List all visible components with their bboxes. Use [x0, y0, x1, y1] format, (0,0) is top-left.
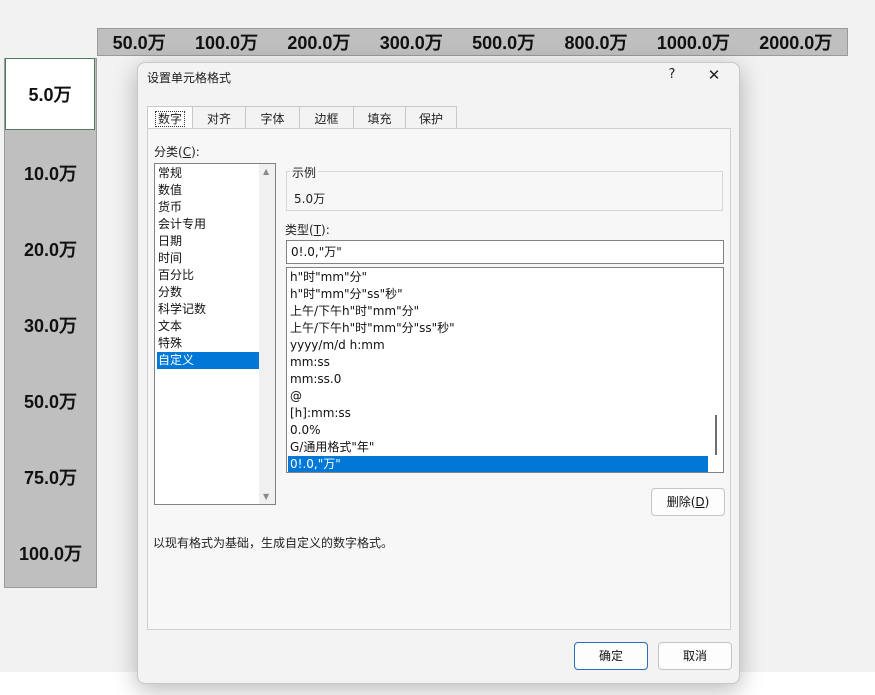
- row-label-cell[interactable]: 100.0万: [5, 540, 96, 566]
- col-header-cell[interactable]: 50.0万: [113, 29, 166, 55]
- category-list[interactable]: 常规 数值 货币 会计专用 日期 时间 百分比 分数 科学记数 文本 特殊 自定…: [154, 163, 276, 505]
- category-item[interactable]: 货币: [157, 199, 259, 216]
- format-item[interactable]: 上午/下午h"时"mm"分"ss"秒": [288, 320, 708, 337]
- help-icon[interactable]: ?: [666, 67, 678, 82]
- tab-protection[interactable]: 保护: [405, 106, 457, 128]
- format-item[interactable]: 0.0%: [288, 422, 708, 439]
- row-label-cell[interactable]: 75.0万: [5, 464, 96, 490]
- delete-tail: ): [704, 495, 710, 509]
- delete-button[interactable]: 删除(D): [651, 488, 725, 516]
- column-header-row: 50.0万 100.0万 200.0万 300.0万 500.0万 800.0万…: [97, 28, 848, 56]
- type-input[interactable]: 0!.0,"万": [286, 240, 724, 264]
- col-header-cell[interactable]: 100.0万: [195, 29, 258, 55]
- format-item-selected[interactable]: 0!.0,"万": [288, 456, 708, 472]
- format-item[interactable]: mm:ss.0: [288, 371, 708, 388]
- category-item[interactable]: 特殊: [157, 335, 259, 352]
- category-label-text: 分类(: [154, 145, 183, 159]
- type-label-key: T: [313, 223, 322, 237]
- format-item[interactable]: [h]:mm:ss: [288, 405, 708, 422]
- number-tab-panel: 分类(C): 常规 数值 货币 会计专用 日期 时间 百分比 分数 科学记数 文…: [147, 128, 731, 630]
- tab-label: 保护: [418, 112, 443, 126]
- category-label-key: C: [182, 145, 192, 159]
- type-label: 类型(T):: [285, 221, 330, 238]
- col-header-cell[interactable]: 200.0万: [287, 29, 350, 55]
- dialog-title: 设置单元格格式: [147, 71, 232, 85]
- format-item[interactable]: 上午/下午h"时"mm"分": [288, 303, 708, 320]
- row-label-cell[interactable]: 30.0万: [5, 312, 96, 338]
- category-item[interactable]: 文本: [157, 318, 259, 335]
- sample-value: 5.0万: [294, 192, 326, 206]
- selected-cell[interactable]: 5.0万: [5, 58, 95, 130]
- format-item[interactable]: yyyy/m/d h:mm: [288, 337, 708, 354]
- row-label-cell[interactable]: 20.0万: [5, 236, 96, 262]
- cancel-button[interactable]: 取消: [658, 642, 732, 670]
- scroll-up-icon[interactable]: ▲: [263, 167, 269, 176]
- format-item[interactable]: G/通用格式"年": [288, 439, 708, 456]
- col-header-cell[interactable]: 800.0万: [564, 29, 627, 55]
- tab-number[interactable]: 数字: [147, 106, 193, 129]
- category-item-selected[interactable]: 自定义: [157, 352, 259, 369]
- category-item[interactable]: 会计专用: [157, 216, 259, 233]
- type-label-text: 类型(: [285, 223, 314, 237]
- category-scrollbar[interactable]: ▲ ▼: [259, 164, 275, 504]
- ok-button[interactable]: 确定: [574, 642, 648, 670]
- category-label: 分类(C):: [154, 143, 200, 160]
- col-header-cell[interactable]: 500.0万: [472, 29, 535, 55]
- format-item[interactable]: h"时"mm"分"ss"秒": [288, 286, 708, 303]
- format-item[interactable]: mm:ss: [288, 354, 708, 371]
- category-item[interactable]: 日期: [157, 233, 259, 250]
- col-header-cell[interactable]: 2000.0万: [759, 29, 832, 55]
- format-list[interactable]: h"时"mm"分" h"时"mm"分"ss"秒" 上午/下午h"时"mm"分" …: [286, 267, 724, 473]
- category-item[interactable]: 百分比: [157, 267, 259, 284]
- category-item[interactable]: 常规: [157, 165, 259, 182]
- sample-group: [286, 171, 723, 211]
- tab-border[interactable]: 边框: [299, 106, 354, 128]
- tab-alignment[interactable]: 对齐: [192, 106, 246, 128]
- category-item[interactable]: 分数: [157, 284, 259, 301]
- row-label-column: 10.0万 20.0万 30.0万 50.0万 75.0万 100.0万: [4, 58, 97, 588]
- col-header-cell[interactable]: 300.0万: [380, 29, 443, 55]
- tab-label: 数字: [154, 111, 185, 127]
- row-label-cell[interactable]: 10.0万: [5, 160, 96, 186]
- tab-label: 字体: [260, 112, 285, 126]
- tab-font[interactable]: 字体: [245, 106, 300, 128]
- tab-label: 对齐: [206, 112, 231, 126]
- format-cells-dialog: 设置单元格格式 ? ✕ 数字 对齐 字体 边框 填充 保护 分类(C): 常规 …: [137, 62, 740, 684]
- sample-label: 示例: [290, 164, 319, 181]
- category-item[interactable]: 时间: [157, 250, 259, 267]
- type-label-tail: ):: [321, 223, 330, 237]
- scroll-down-icon[interactable]: ▼: [263, 492, 269, 501]
- description-text: 以现有格式为基础，生成自定义的数字格式。: [153, 536, 394, 550]
- close-icon[interactable]: ✕: [706, 66, 722, 84]
- category-label-tail: ):: [191, 145, 200, 159]
- category-item[interactable]: 科学记数: [157, 301, 259, 318]
- tab-fill[interactable]: 填充: [353, 106, 406, 128]
- format-item[interactable]: h"时"mm"分": [288, 269, 708, 286]
- tab-label: 边框: [314, 112, 339, 126]
- category-item[interactable]: 数值: [157, 182, 259, 199]
- row-label-cell[interactable]: 50.0万: [5, 388, 96, 414]
- delete-label: 删除(: [666, 495, 696, 509]
- col-header-cell[interactable]: 1000.0万: [657, 29, 730, 55]
- format-item[interactable]: @: [288, 388, 708, 405]
- tab-bar: 数字 对齐 字体 边框 填充 保护: [147, 106, 457, 129]
- format-scrollbar-thumb[interactable]: [715, 415, 717, 455]
- tab-label: 填充: [367, 112, 392, 126]
- delete-key: D: [695, 495, 705, 509]
